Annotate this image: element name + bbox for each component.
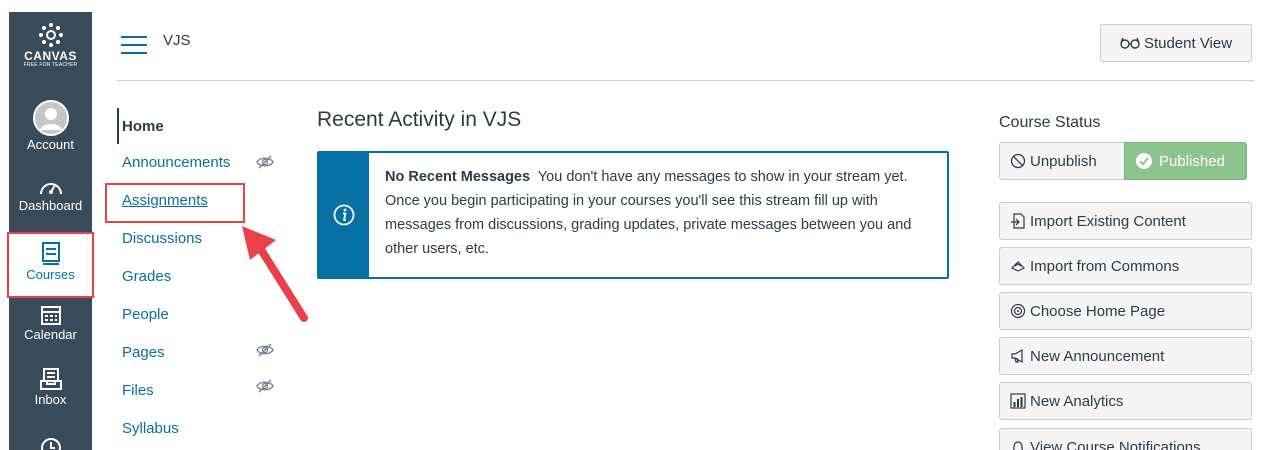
- course-status-title: Course Status: [999, 114, 1101, 131]
- button-label: Choose Home Page: [1030, 302, 1166, 320]
- alert-heading: No Recent Messages: [385, 169, 531, 185]
- target-icon: [1010, 303, 1026, 319]
- course-nav-pages[interactable]: Pages: [122, 343, 282, 361]
- course-nav-discussions[interactable]: Discussions: [122, 230, 202, 247]
- bell-icon: [1012, 441, 1024, 450]
- course-nav-label: Announcements: [122, 154, 231, 171]
- global-nav-inbox[interactable]: Inbox: [9, 367, 92, 408]
- analytics-icon: [1010, 393, 1026, 409]
- canvas-logo-icon: [38, 23, 63, 47]
- global-nav-label: Calendar: [24, 327, 77, 342]
- assignments-highlight-box: [105, 183, 245, 223]
- global-nav-courses[interactable]: Courses: [7, 232, 94, 298]
- student-view-button[interactable]: Student View: [1100, 24, 1252, 62]
- global-nav-dashboard[interactable]: Dashboard: [9, 177, 92, 214]
- global-nav-history[interactable]: [9, 437, 92, 450]
- course-nav-grades[interactable]: Grades: [122, 268, 171, 285]
- hidden-eye-icon: [256, 379, 274, 393]
- global-navigation: CANVAS FREE FOR TEACHER Account Dashboar…: [7, 12, 94, 450]
- calendar-icon: [40, 306, 61, 325]
- hidden-eye-icon: [256, 343, 274, 357]
- import-icon: [1011, 213, 1025, 229]
- course-nav-people[interactable]: People: [122, 306, 169, 323]
- new-announcement-button[interactable]: New Announcement: [999, 337, 1252, 375]
- history-icon: [40, 438, 61, 450]
- view-course-notifications-button[interactable]: View Course Notifications: [999, 428, 1252, 450]
- page-title: Recent Activity in VJS: [317, 108, 522, 131]
- course-menu-toggle[interactable]: [121, 36, 147, 54]
- header-divider: [117, 80, 1254, 81]
- global-nav-account[interactable]: Account: [9, 100, 92, 153]
- breadcrumb-course[interactable]: VJS: [163, 32, 191, 49]
- new-analytics-button[interactable]: New Analytics: [999, 382, 1252, 420]
- global-nav-calendar[interactable]: Calendar: [9, 304, 92, 343]
- course-nav-label: Pages: [122, 344, 165, 361]
- student-view-label: Student View: [1143, 34, 1233, 52]
- hidden-eye-icon: [256, 155, 274, 169]
- info-icon: [333, 204, 355, 226]
- alert-icon-column: [319, 153, 369, 277]
- dashboard-icon: [39, 183, 62, 195]
- course-nav-syllabus[interactable]: Syllabus: [122, 420, 179, 437]
- published-button[interactable]: Published: [1124, 142, 1247, 180]
- inbox-icon: [39, 368, 62, 390]
- unpublish-label: Unpublish: [1030, 152, 1097, 170]
- unpublish-icon: [1010, 153, 1026, 169]
- button-label: New Announcement: [1030, 347, 1165, 365]
- courses-icon: [41, 242, 60, 265]
- active-indicator: [117, 108, 119, 144]
- unpublish-button[interactable]: Unpublish: [999, 142, 1125, 180]
- choose-home-page-button[interactable]: Choose Home Page: [999, 292, 1252, 330]
- button-label: New Analytics: [1030, 392, 1124, 410]
- course-nav-home[interactable]: Home: [122, 118, 164, 135]
- megaphone-icon: [1011, 348, 1023, 364]
- glasses-icon: [1120, 37, 1140, 49]
- global-nav-label: Account: [27, 137, 74, 152]
- course-nav-files[interactable]: Files: [122, 379, 282, 399]
- course-nav-label: Files: [122, 382, 154, 399]
- published-label: Published: [1159, 152, 1225, 170]
- commons-icon: [1010, 261, 1026, 272]
- import-from-commons-button[interactable]: Import from Commons: [999, 247, 1252, 285]
- import-existing-content-button[interactable]: Import Existing Content: [999, 202, 1252, 240]
- button-label: View Course Notifications: [1030, 438, 1201, 450]
- logo-subtitle: FREE FOR TEACHER: [23, 62, 78, 68]
- global-nav-label: Dashboard: [18, 198, 83, 213]
- recent-activity-alert: No Recent Messages You don't have any me…: [317, 151, 949, 279]
- canvas-logo[interactable]: CANVAS FREE FOR TEACHER: [9, 18, 92, 69]
- check-circle-icon: [1136, 153, 1152, 169]
- global-nav-label: Inbox: [34, 392, 67, 407]
- alert-message: No Recent Messages You don't have any me…: [385, 165, 940, 261]
- avatar-icon: [32, 100, 69, 136]
- logo-wordmark: CANVAS: [24, 49, 77, 63]
- button-label: Import from Commons: [1030, 257, 1180, 275]
- annotation-arrow-icon: [242, 226, 308, 322]
- course-nav-announcements[interactable]: Announcements: [122, 154, 282, 171]
- global-nav-label: Courses: [26, 267, 75, 282]
- button-label: Import Existing Content: [1030, 212, 1186, 230]
